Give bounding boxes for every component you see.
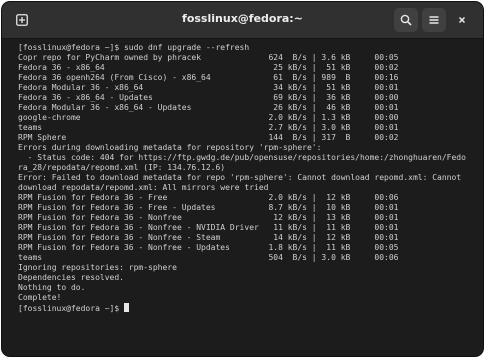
prompt-text: [fosslinux@fedora ~]$ — [18, 304, 124, 313]
terminal-output[interactable]: [fosslinux@fedora ~]$ sudo dnf upgrade -… — [2, 39, 483, 356]
text-cursor — [123, 303, 129, 312]
hamburger-menu-icon — [429, 16, 439, 24]
terminal-line: Nothing to do. — [18, 283, 86, 292]
terminal-line: Ignoring repositories: rpm-sphere — [18, 263, 177, 272]
close-button[interactable] — [450, 8, 474, 32]
terminal-line: Errors during downloading metadata for r… — [18, 143, 322, 152]
terminal-line: ra_28/repodata/repomd.xml (IP: 134.76.12… — [18, 163, 226, 172]
terminal-line: RPM Fusion for Fedora 36 - Nonfree 12 kB… — [18, 213, 399, 222]
terminal-line: Fedora 36 openh264 (From Cisco) - x86_64… — [18, 73, 399, 82]
terminal-line: RPM Fusion for Fedora 36 - Nonfree - NVI… — [18, 223, 399, 232]
terminal-line: Fedora 36 - x86_64 25 kB/s | 51 kB 00:02 — [18, 63, 399, 72]
terminal-line: Copr repo for PyCharm owned by phracek 6… — [18, 53, 399, 62]
terminal-line: Fedora Modular 36 - x86_64 - Updates 26 … — [18, 103, 399, 112]
title-bar: fosslinux@fedora:~ — [2, 2, 483, 39]
menu-button[interactable] — [422, 8, 446, 32]
terminal-line: google-chrome 2.0 kB/s | 1.3 kB 00:00 — [18, 113, 399, 122]
terminal-line: Error: Failed to download metadata for r… — [18, 173, 462, 182]
terminal-line: teams 504 B/s | 3.0 kB 00:06 — [18, 253, 399, 262]
terminal-window: fosslinux@fedora:~ [fosslinux@fedora ~]$… — [2, 2, 483, 356]
terminal-line: teams 2.7 kB/s | 3.0 kB 00:01 — [18, 123, 399, 132]
search-icon — [400, 14, 412, 26]
terminal-line: Fedora 36 - x86_64 - Updates 69 kB/s | 3… — [18, 93, 399, 102]
prompt-line: [fosslinux@fedora ~]$ — [18, 303, 483, 313]
terminal-line: RPM Fusion for Fedora 36 - Free 2.0 kB/s… — [18, 193, 399, 202]
terminal-line: RPM Sphere 144 B/s | 317 B 00:02 — [18, 133, 399, 142]
terminal-line: [fosslinux@fedora ~]$ sudo dnf upgrade -… — [18, 43, 250, 52]
terminal-line: download repodata/repomd.xml: All mirror… — [18, 183, 269, 192]
terminal-line: Fedora Modular 36 - x86_64 34 kB/s | 51 … — [18, 83, 399, 92]
terminal-line: RPM Fusion for Fedora 36 - Nonfree - Ste… — [18, 233, 399, 242]
terminal-line: RPM Fusion for Fedora 36 - Free - Update… — [18, 203, 399, 212]
close-icon — [458, 16, 466, 24]
search-button[interactable] — [394, 8, 418, 32]
terminal-line: RPM Fusion for Fedora 36 - Nonfree - Upd… — [18, 243, 399, 252]
terminal-line: - Status code: 404 for https://ftp.gwdg.… — [18, 153, 466, 162]
terminal-line: Complete! — [18, 293, 62, 302]
terminal-line: Dependencies resolved. — [18, 273, 124, 282]
